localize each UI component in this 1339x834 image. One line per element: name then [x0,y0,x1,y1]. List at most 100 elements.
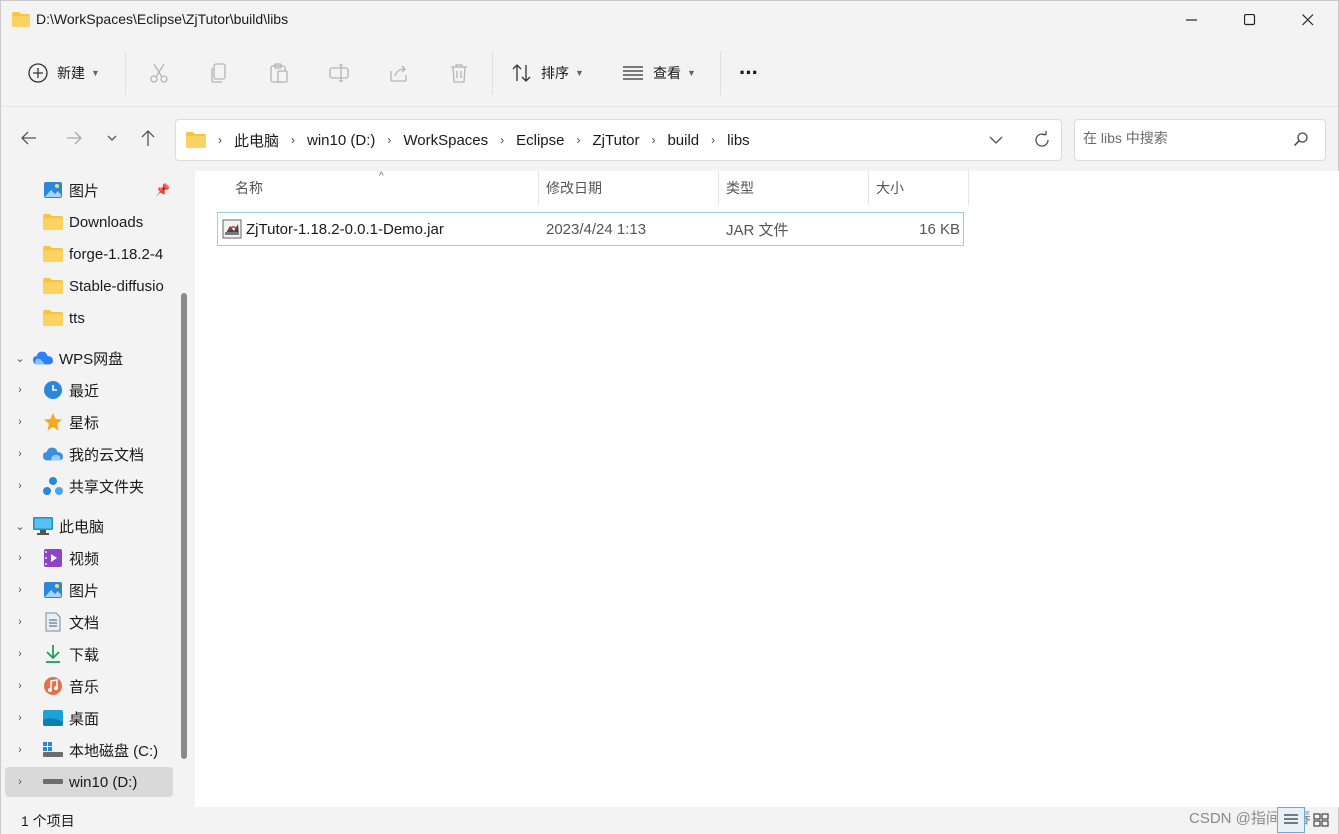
up-button[interactable] [131,121,165,155]
cut-button[interactable] [141,55,177,91]
chevron-right-icon[interactable]: › [13,648,27,660]
refresh-button[interactable] [1026,124,1058,156]
share-button[interactable] [381,55,417,91]
chevron-right-icon: › [500,133,505,147]
chevron-right-icon[interactable]: › [13,616,27,628]
downloads-icon [43,644,63,664]
sidebar-item-documents[interactable]: › 文档 [5,607,173,637]
file-modified-date: 2023/4/24 1:13 [546,220,647,238]
music-icon [43,676,63,696]
sidebar-item-recent[interactable]: › 最近 [5,375,173,405]
chevron-down-icon[interactable]: ⌄ [13,520,27,533]
chevron-right-icon[interactable]: › [13,384,27,396]
back-button[interactable] [12,121,46,155]
column-header-size[interactable]: 大小 [876,171,904,205]
chevron-right-icon[interactable]: › [13,552,27,564]
breadcrumb-drive-d[interactable]: win10 (D:) [307,132,375,149]
column-header-type[interactable]: 类型 [726,171,754,205]
column-divider[interactable] [718,171,719,205]
file-type: JAR 文件 [726,221,789,239]
sort-label: 排序 [541,65,569,81]
sidebar-item-stable-diffusion[interactable]: Stable-diffusio [5,271,173,301]
sidebar-item-music[interactable]: › 音乐 [5,671,173,701]
search-icon[interactable] [1293,131,1309,147]
file-size: 16 KB [919,220,960,238]
sidebar-item-label: 最近 [69,382,100,400]
sidebar-item-downloads-folder[interactable]: Downloads [5,207,173,237]
tiles-view-button[interactable] [1307,807,1335,833]
paste-button[interactable] [261,55,297,91]
breadcrumb-build[interactable]: build [667,132,699,149]
breadcrumb-eclipse[interactable]: Eclipse [516,132,564,149]
breadcrumb-this-pc[interactable]: 此电脑 [234,130,279,151]
chevron-right-icon[interactable]: › [13,584,27,596]
sidebar-scrollbar[interactable] [181,293,187,759]
address-bar[interactable]: › 此电脑 › win10 (D:) › WorkSpaces › Eclips… [175,119,1062,161]
chevron-right-icon: › [291,133,296,147]
close-button[interactable] [1279,1,1337,39]
search-input[interactable] [1083,130,1283,146]
paste-icon [270,63,288,83]
toolbar-divider [125,51,126,95]
sidebar-item-shared-folder[interactable]: › 共享文件夹 [5,471,173,501]
more-options-button[interactable]: ··· [739,55,759,91]
jar-file-icon [222,219,242,239]
sidebar-item-this-pc[interactable]: ⌄ 此电脑 [5,511,173,541]
drive-icon [43,772,63,792]
column-divider[interactable] [868,171,869,205]
chevron-right-icon[interactable]: › [13,416,27,428]
address-history-button[interactable] [980,124,1012,156]
drive-icon [43,740,63,760]
sort-button[interactable]: 排序 ▼ [511,55,584,91]
sidebar-item-pictures-pinned[interactable]: 图片 📌 [5,175,173,205]
file-row[interactable]: ZjTutor-1.18.2-0.0.1-Demo.jar 2023/4/24 … [217,212,964,246]
navigation-pane: 图片 📌 Downloads forge-1.18.2-4 Stable-dif… [1,171,191,807]
folder-icon [186,132,206,148]
forward-button[interactable] [57,121,91,155]
column-divider[interactable] [538,171,539,205]
sidebar-item-wps-cloud[interactable]: ⌄ WPS网盘 [5,343,173,373]
sidebar-item-label: 我的云文档 [69,446,145,464]
new-button[interactable]: 新建 ▼ [27,55,100,91]
sidebar-item-forge[interactable]: forge-1.18.2-4 [5,239,173,269]
chevron-right-icon[interactable]: › [13,480,27,492]
details-view-button[interactable] [1277,807,1305,833]
sidebar-item-pictures[interactable]: › 图片 [5,575,173,605]
sort-icon [512,64,531,82]
sidebar-item-drive-c[interactable]: › 本地磁盘 (C:) [5,735,173,765]
sidebar-item-drive-d[interactable]: › win10 (D:) [5,767,173,797]
breadcrumb-zjtutor[interactable]: ZjTutor [593,132,640,149]
star-icon [43,412,63,432]
maximize-button[interactable] [1221,1,1279,39]
minimize-button[interactable] [1163,1,1221,39]
chevron-right-icon[interactable]: › [13,712,27,724]
chevron-right-icon[interactable]: › [13,776,27,788]
details-view-icon [1284,814,1298,824]
chevron-down-icon: ▼ [687,68,696,78]
sidebar-item-desktop[interactable]: › 桌面 [5,703,173,733]
chevron-down-icon[interactable]: ⌄ [13,352,27,365]
sidebar-item-tts[interactable]: tts [5,303,173,333]
chevron-right-icon[interactable]: › [13,448,27,460]
chevron-right-icon[interactable]: › [13,744,27,756]
navigation-bar: › 此电脑 › win10 (D:) › WorkSpaces › Eclips… [1,107,1338,171]
shared-folder-icon [43,476,63,496]
sidebar-item-videos[interactable]: › 视频 [5,543,173,573]
sidebar-item-downloads[interactable]: › 下载 [5,639,173,669]
rename-button[interactable] [321,55,357,91]
breadcrumb-libs[interactable]: libs [727,132,750,149]
pin-icon[interactable]: 📌 [155,183,170,197]
column-header-name[interactable]: 名称 [235,171,263,205]
delete-button[interactable] [441,55,477,91]
breadcrumb-workspaces[interactable]: WorkSpaces [403,132,488,149]
recent-locations-button[interactable] [95,121,129,155]
copy-button[interactable] [201,55,237,91]
column-divider[interactable] [968,171,969,205]
chevron-right-icon[interactable]: › [13,680,27,692]
column-header-modified[interactable]: 修改日期 [546,171,602,205]
folder-icon [43,276,63,296]
search-box[interactable] [1074,119,1326,161]
sidebar-item-starred[interactable]: › 星标 [5,407,173,437]
sidebar-item-my-cloud-docs[interactable]: › 我的云文档 [5,439,173,469]
view-button[interactable]: 查看 ▼ [621,55,696,91]
